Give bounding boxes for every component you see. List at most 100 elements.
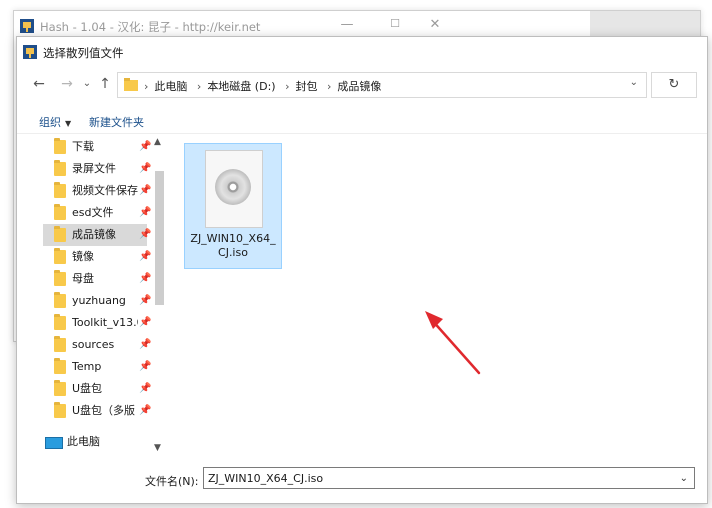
organize-label: 组织 [39, 116, 61, 129]
open-file-dialog: 选择散列值文件 ← → ⌄ ↑ › 此电脑 › 本地磁盘 (D:) › 封包 › 成品镜… [16, 36, 708, 504]
folder-icon [54, 380, 66, 396]
pin-icon[interactable]: 📌 [139, 312, 151, 334]
pin-icon[interactable]: 📌 [139, 290, 151, 312]
background-window-title: Hash - 1.04 - 汉化: 昆子 - http://keir.net [40, 20, 261, 34]
sidebar-item-label: 下载 [72, 140, 94, 153]
sidebar-item[interactable]: 录屏文件 📌 [43, 158, 151, 180]
folder-icon [54, 270, 66, 286]
organize-button[interactable]: 组织 ▼ [39, 114, 71, 130]
file-item[interactable]: ZJ_WIN10_X64_CJ.iso [184, 143, 282, 269]
folder-icon [54, 160, 66, 176]
folder-icon [54, 336, 66, 352]
sidebar-item[interactable]: esd文件 📌 [43, 202, 151, 224]
navigation-pane: 下载 📌 录屏文件 📌 视频文件保存 📌 esd文件 📌 成品镜像 📌 镜像 📌 母盘 📌 yuzhuang… [17, 135, 169, 461]
folder-icon [54, 292, 66, 308]
close-button[interactable]: ✕ [420, 17, 450, 35]
filename-bar: 文件名(N): ZJ_WIN10_X64_CJ.iso ⌄ [17, 465, 707, 495]
minimize-button[interactable]: — [332, 17, 362, 35]
sidebar-item-label: yuzhuang [72, 294, 126, 307]
sidebar-item-label: 镜像 [72, 250, 94, 263]
pin-icon[interactable]: 📌 [139, 400, 151, 422]
address-bar[interactable]: › 此电脑 › 本地磁盘 (D:) › 封包 › 成品镜像 ⌄ [117, 72, 647, 98]
filename-input[interactable]: ZJ_WIN10_X64_CJ.iso ⌄ [203, 467, 695, 489]
sidebar-item[interactable]: 镜像 📌 [43, 246, 151, 268]
hash-app-icon [23, 45, 37, 59]
sidebar-item-label: Temp [72, 360, 102, 373]
disc-image-icon [205, 150, 263, 228]
breadcrumb: › 此电脑 › 本地磁盘 (D:) › 封包 › 成品镜像 [144, 78, 381, 94]
filename-label: 文件名(N): [145, 475, 199, 488]
dialog-titlebar: 选择散列值文件 [17, 37, 707, 67]
pin-icon[interactable]: 📌 [139, 356, 151, 378]
scroll-up-icon[interactable]: ▲ [154, 137, 161, 147]
sidebar-item-label: 视频文件保存 [72, 184, 138, 197]
scrollbar-thumb[interactable] [155, 171, 164, 305]
sidebar-item[interactable]: yuzhuang 📌 [43, 290, 151, 312]
folder-icon [54, 182, 66, 198]
pin-icon[interactable]: 📌 [139, 202, 151, 224]
breadcrumb-separator-icon: › [285, 80, 290, 93]
folder-icon [54, 204, 66, 220]
hash-app-icon [20, 19, 34, 33]
caret-down-icon: ▼ [65, 119, 72, 128]
disc-icon [215, 169, 251, 205]
pin-icon[interactable]: 📌 [139, 246, 151, 268]
folder-icon [54, 402, 66, 418]
folder-icon [54, 248, 66, 264]
sidebar-item-label: esd文件 [72, 206, 114, 219]
navigation-scrollbar[interactable]: ▲ ▼ [151, 135, 167, 461]
breadcrumb-separator-icon: › [196, 80, 202, 93]
sidebar-item-label: U盘包 [72, 382, 103, 395]
address-dropdown-chevron-icon[interactable]: ⌄ [630, 77, 638, 88]
file-name-label: ZJ_WIN10_X64_CJ.iso [190, 232, 276, 259]
forward-arrow-icon[interactable]: → [59, 75, 75, 93]
breadcrumb-item-finished-images[interactable]: 成品镜像 [337, 80, 381, 93]
filename-dropdown-chevron-icon[interactable]: ⌄ [680, 468, 688, 490]
pin-icon[interactable]: 📌 [139, 136, 151, 158]
command-toolbar: 组织 ▼ 新建文件夹 [17, 105, 707, 134]
breadcrumb-item-this-pc[interactable]: 此电脑 [154, 80, 187, 93]
pin-icon[interactable]: 📌 [139, 334, 151, 356]
sidebar-item[interactable]: sources 📌 [43, 334, 151, 356]
pin-icon[interactable]: 📌 [139, 224, 151, 246]
breadcrumb-item-drive-d[interactable]: 本地磁盘 (D:) [207, 80, 275, 93]
pin-icon[interactable]: 📌 [139, 158, 151, 180]
folder-icon [124, 78, 138, 91]
sidebar-item[interactable]: 下载 📌 [43, 136, 151, 158]
breadcrumb-separator-icon: › [144, 80, 149, 93]
folder-icon [54, 314, 66, 330]
recent-locations-chevron-icon[interactable]: ⌄ [81, 75, 93, 93]
sidebar-item[interactable]: U盘包 📌 [43, 378, 151, 400]
annotation-arrow-icon [425, 311, 481, 375]
new-folder-button[interactable]: 新建文件夹 [89, 114, 144, 130]
breadcrumb-item-package[interactable]: 封包 [295, 80, 317, 93]
refresh-button[interactable]: ↻ [651, 72, 697, 98]
sidebar-item[interactable]: U盘包（多版 📌 [43, 400, 151, 422]
filename-value: ZJ_WIN10_X64_CJ.iso [208, 472, 324, 485]
sidebar-item-label: 母盘 [72, 272, 94, 285]
sidebar-item[interactable]: 母盘 📌 [43, 268, 151, 290]
pin-icon[interactable]: 📌 [139, 378, 151, 400]
sidebar-item[interactable]: 成品镜像 📌 [43, 224, 151, 246]
folder-icon [54, 358, 66, 374]
file-list-area: ZJ_WIN10_X64_CJ.iso [169, 135, 705, 461]
sidebar-item[interactable]: Toolkit_v13.0 📌 [43, 312, 151, 334]
sidebar-item[interactable]: 视频文件保存 📌 [43, 180, 151, 202]
pin-icon[interactable]: 📌 [139, 268, 151, 290]
back-arrow-icon[interactable]: ← [31, 75, 47, 93]
folder-icon [54, 226, 66, 242]
address-row: ← → ⌄ ↑ › 此电脑 › 本地磁盘 (D:) › 封包 › 成品镜像 ⌄ ↻ [17, 69, 707, 99]
scroll-down-icon[interactable]: ▼ [154, 443, 161, 453]
sidebar-item-label: 成品镜像 [72, 228, 116, 241]
sidebar-item-label: U盘包（多版 [72, 404, 136, 417]
sidebar-item-label: 此电脑 [67, 435, 100, 448]
pin-icon[interactable]: 📌 [139, 180, 151, 202]
folder-icon [54, 138, 66, 154]
up-arrow-icon[interactable]: ↑ [97, 75, 113, 93]
sidebar-item-label: Toolkit_v13.0 [72, 316, 138, 329]
dialog-title: 选择散列值文件 [43, 46, 124, 60]
sidebar-item-label: 录屏文件 [72, 162, 116, 175]
sidebar-item[interactable]: Temp 📌 [43, 356, 151, 378]
maximize-button[interactable]: ☐ [380, 17, 410, 35]
computer-icon [45, 437, 63, 449]
